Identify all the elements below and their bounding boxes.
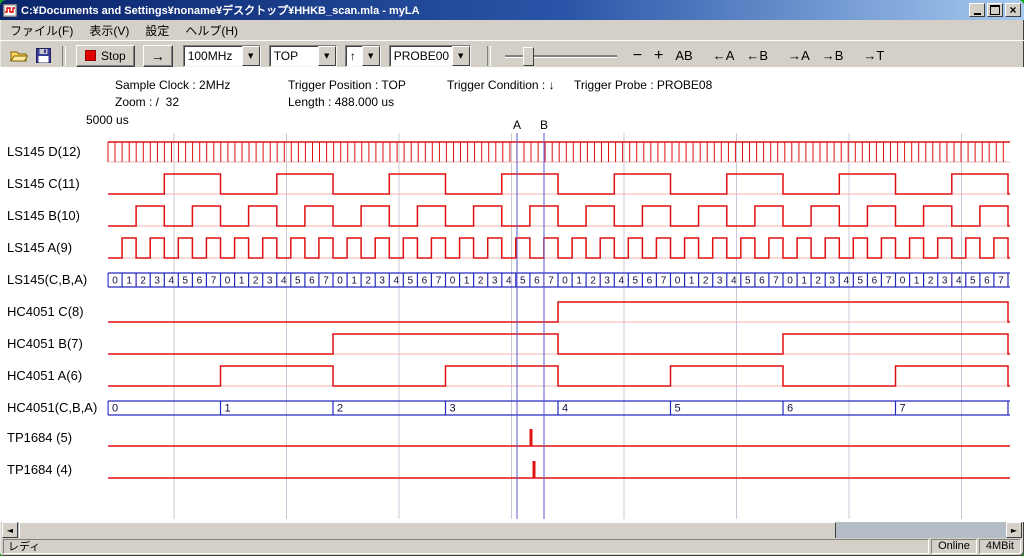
scroll-right-icon: ► <box>1011 526 1017 535</box>
minimize-icon <box>974 13 981 15</box>
stop-button[interactable]: Stop <box>76 45 135 67</box>
scroll-left-button[interactable]: ◄ <box>2 522 18 538</box>
memory-status-badge: 4MBit <box>979 539 1021 554</box>
zoom-in-button[interactable]: + <box>650 45 667 67</box>
ab-range-button[interactable]: AB <box>671 46 696 65</box>
title-bar: C:¥Documents and Settings¥noname¥デスクトップ¥… <box>0 0 1024 20</box>
toolbar-separator <box>62 46 66 66</box>
trigger-edge-select[interactable]: ↑ ▼ <box>345 45 381 67</box>
open-file-button[interactable] <box>6 45 31 67</box>
stop-button-label: Stop <box>101 49 126 63</box>
save-button[interactable] <box>31 45 56 67</box>
trigger-position-value: TOP <box>270 49 318 63</box>
close-icon: × <box>1009 4 1016 16</box>
window-title: C:¥Documents and Settings¥noname¥デスクトップ¥… <box>21 2 967 18</box>
goto-marker-a-button[interactable]: ←A <box>709 46 739 65</box>
zoom-out-button[interactable]: − <box>629 45 646 67</box>
stop-icon <box>85 50 96 61</box>
app-icon <box>3 4 17 17</box>
sample-clock-select[interactable]: 100MHz ▼ <box>183 45 261 67</box>
waveform-area[interactable] <box>0 67 1024 522</box>
trigger-probe-value: PROBE00 <box>390 49 452 63</box>
trigger-probe-select[interactable]: PROBE00 ▼ <box>389 45 471 67</box>
menu-view[interactable]: 表示(V) <box>81 20 137 41</box>
zoom-slider[interactable] <box>505 46 617 66</box>
menu-help[interactable]: ヘルプ(H) <box>177 20 246 41</box>
trigger-edge-value: ↑ <box>346 49 362 63</box>
chevron-down-icon[interactable]: ▼ <box>362 46 380 66</box>
menu-file[interactable]: ファイル(F) <box>2 20 81 41</box>
online-status-badge: Online <box>931 539 977 554</box>
scroll-right-button[interactable]: ► <box>1006 522 1022 538</box>
horizontal-scrollbar[interactable]: ◄ ► <box>2 522 1022 538</box>
app-window: C:¥Documents and Settings¥noname¥デスクトップ¥… <box>0 0 1024 556</box>
close-button[interactable]: × <box>1005 3 1021 17</box>
zoom-slider-handle[interactable] <box>523 47 534 66</box>
toolbar-separator <box>487 46 491 66</box>
toolbar: Stop → 100MHz ▼ TOP ▼ ↑ ▼ PROBE00 ▼ − + … <box>0 40 1024 70</box>
maximize-button[interactable] <box>987 3 1003 17</box>
minimize-button[interactable] <box>969 3 985 17</box>
menu-bar: ファイル(F) 表示(V) 設定 ヘルプ(H) <box>0 20 1024 40</box>
chevron-down-icon[interactable]: ▼ <box>242 46 260 66</box>
maximize-icon <box>990 5 1000 15</box>
chevron-down-icon[interactable]: ▼ <box>318 46 336 66</box>
goto-marker-b-button[interactable]: ←B <box>742 46 772 65</box>
trigger-position-select[interactable]: TOP ▼ <box>269 45 337 67</box>
zoom-slider-track <box>505 55 617 57</box>
scroll-left-icon: ◄ <box>7 526 13 535</box>
status-bar: レディ Online 4MBit <box>2 538 1022 554</box>
set-marker-b-button[interactable]: →B <box>818 46 848 65</box>
run-button[interactable]: → <box>143 45 173 67</box>
status-message: レディ <box>3 539 929 554</box>
set-marker-a-button[interactable]: →A <box>784 46 814 65</box>
sample-clock-value: 100MHz <box>184 49 242 63</box>
floppy-disk-icon <box>36 48 51 63</box>
open-folder-icon <box>10 49 28 63</box>
chevron-down-icon[interactable]: ▼ <box>452 46 470 66</box>
goto-trigger-button[interactable]: →T <box>859 46 888 65</box>
menu-settings[interactable]: 設定 <box>137 20 177 41</box>
